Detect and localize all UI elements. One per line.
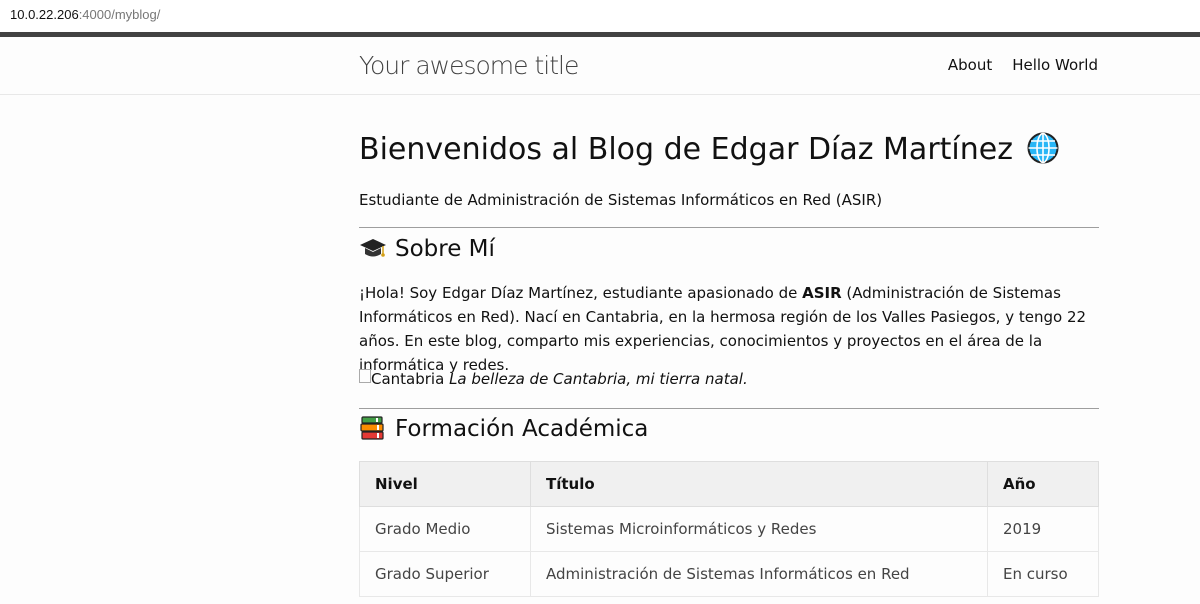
table-cell: Grado Medio: [359, 506, 531, 552]
site-title-link[interactable]: Your awesome title: [359, 51, 579, 80]
graduation-cap-icon: [360, 239, 386, 257]
table-cell: Administración de Sistemas Informáticos …: [530, 551, 988, 597]
url-text[interactable]: 10.0.22.206:4000/myblog/: [10, 7, 160, 22]
section-heading-education-text: Formación Académica: [395, 416, 649, 442]
table-cell: Grado Superior: [359, 551, 531, 597]
education-table: Nivel Título Año Grado Medio Sistemas Mi…: [359, 461, 1099, 597]
address-bar[interactable]: 10.0.22.206:4000/myblog/: [0, 0, 1200, 32]
image-caption: La belleza de Cantabria, mi tierra natal…: [449, 370, 748, 388]
column-header-titulo: Título: [530, 461, 988, 507]
section-heading-education: Formación Académica: [359, 415, 648, 442]
nav-link-about[interactable]: About: [948, 56, 992, 74]
site-nav: About Hello World: [948, 56, 1098, 74]
section-heading-about-text: Sobre Mí: [395, 236, 495, 262]
nav-link-hello-world[interactable]: Hello World: [1012, 56, 1098, 74]
broken-image-icon: [359, 369, 371, 383]
image-line: Cantabria La belleza de Cantabria, mi ti…: [359, 369, 748, 388]
table-row: Grado Superior Administración de Sistema…: [359, 551, 1099, 597]
page-title-text: Bienvenidos al Blog de Edgar Díaz Martín…: [359, 132, 1013, 167]
section-heading-about: Sobre Mí: [359, 235, 495, 262]
column-header-ano: Año: [987, 461, 1099, 507]
globe-icon: [1027, 132, 1059, 164]
table-header-row: Nivel Título Año: [359, 461, 1099, 507]
cantabria-image: Cantabria: [359, 369, 444, 388]
page-subtitle: Estudiante de Administración de Sistemas…: [359, 191, 883, 209]
about-paragraph: ¡Hola! Soy Edgar Díaz Martínez, estudian…: [359, 281, 1099, 377]
page-title: Bienvenidos al Blog de Edgar Díaz Martín…: [359, 132, 1059, 167]
url-path: :4000/myblog/: [78, 7, 161, 22]
divider: [359, 227, 1099, 228]
about-intro-before: ¡Hola! Soy Edgar Díaz Martínez, estudian…: [359, 284, 803, 302]
table-row: Grado Medio Sistemas Microinformáticos y…: [359, 506, 1099, 552]
table-cell: En curso: [987, 551, 1099, 597]
column-header-nivel: Nivel: [359, 461, 531, 507]
image-alt-text: Cantabria: [371, 370, 445, 388]
divider: [359, 408, 1099, 409]
books-icon: [360, 416, 384, 440]
site-header: Your awesome title About Hello World: [0, 37, 1200, 95]
table-cell: 2019: [987, 506, 1099, 552]
url-host: 10.0.22.206: [10, 7, 79, 22]
about-intro-bold: ASIR: [802, 284, 842, 302]
table-cell: Sistemas Microinformáticos y Redes: [530, 506, 988, 552]
